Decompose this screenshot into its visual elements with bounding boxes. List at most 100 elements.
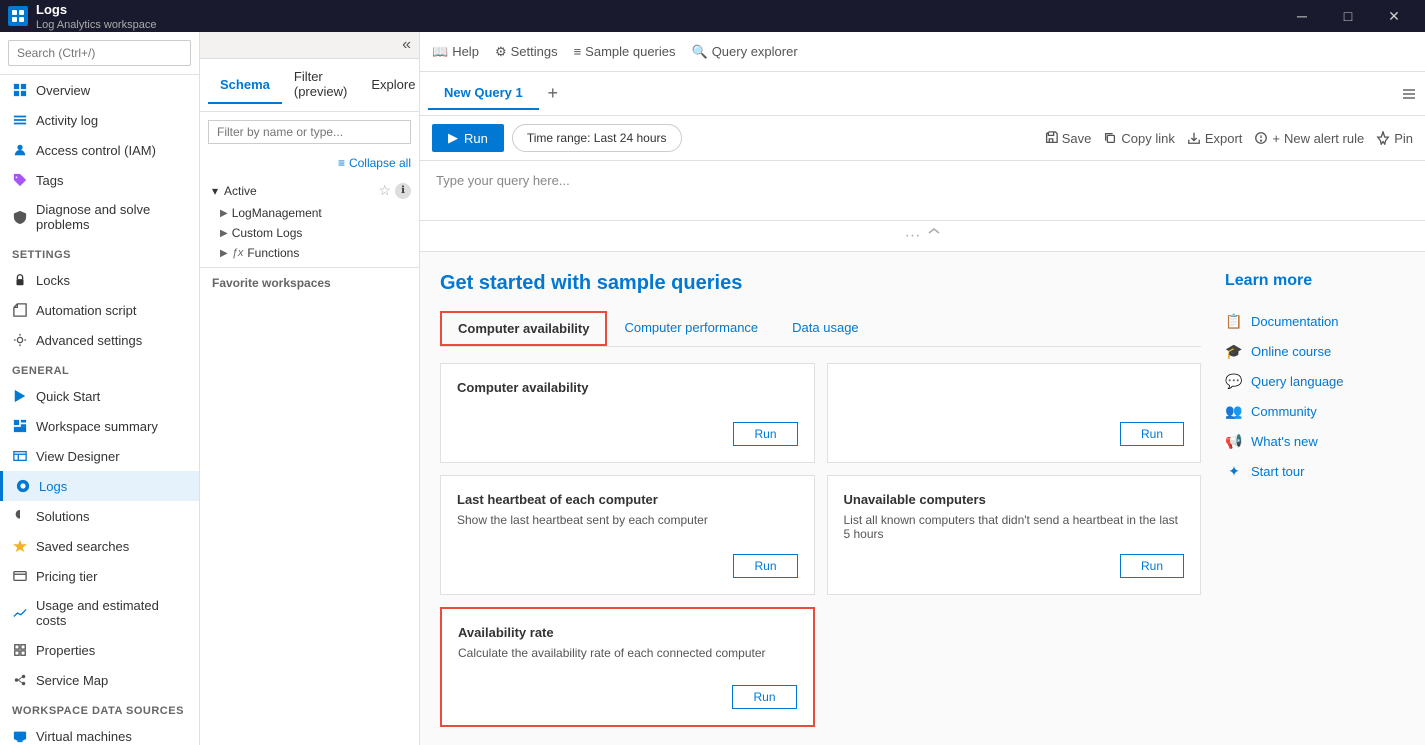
learn-link-query-language[interactable]: 💬 Query language — [1225, 366, 1405, 396]
function-symbol: ƒx — [232, 247, 244, 259]
add-query-tab-button[interactable]: + — [539, 80, 567, 108]
query-placeholder: Type your query here... — [436, 173, 570, 188]
run-icon: ▶ — [448, 130, 458, 146]
sample-tab-data-usage[interactable]: Data usage — [775, 311, 876, 346]
pin-button[interactable]: Pin — [1376, 131, 1413, 146]
learn-link-online-course[interactable]: 🎓 Online course — [1225, 336, 1405, 366]
sidebar-item-properties[interactable]: Properties — [0, 635, 199, 665]
sidebar-label-automation: Automation script — [36, 303, 136, 318]
sample-tab-computer-performance-label: Computer performance — [624, 320, 758, 335]
sidebar-label-saved-searches: Saved searches — [36, 539, 129, 554]
tab-filter[interactable]: Filter (preview) — [282, 59, 359, 111]
query-tab-1[interactable]: New Query 1 — [428, 77, 539, 110]
availability-rate-footer: Run — [458, 685, 797, 709]
sidebar-search-container — [0, 32, 199, 75]
expand-handle[interactable]: ··· — [420, 221, 1425, 252]
learn-link-whats-new[interactable]: 📢 What's new — [1225, 426, 1405, 456]
learn-link-community[interactable]: 👥 Community — [1225, 396, 1405, 426]
sidebar-label-pricing: Pricing tier — [36, 569, 97, 584]
tab-schema[interactable]: Schema — [208, 67, 282, 104]
availability-rate-run-button[interactable]: Run — [732, 685, 796, 709]
tab-settings-icon[interactable] — [1401, 86, 1417, 102]
activity-log-icon — [12, 112, 28, 128]
sidebar-item-locks[interactable]: Locks — [0, 265, 199, 295]
card2-run-button[interactable]: Run — [1120, 422, 1184, 446]
sidebar-item-activity-log[interactable]: Activity log — [0, 105, 199, 135]
save-button[interactable]: Save — [1044, 131, 1092, 146]
help-label: Help — [452, 44, 479, 59]
sample-queries-label: Sample queries — [585, 44, 675, 59]
search-input[interactable] — [8, 40, 191, 66]
sidebar-item-solutions[interactable]: Solutions — [0, 501, 199, 531]
last-heartbeat-footer: Run — [457, 554, 798, 578]
favorite-workspaces-label: Favorite workspaces — [212, 276, 331, 290]
learn-more-section: Learn more 📋 Documentation 🎓 Online cour… — [1225, 272, 1405, 727]
sidebar-label-advanced-settings: Advanced settings — [36, 333, 142, 348]
sidebar-item-access-control[interactable]: Access control (IAM) — [0, 135, 199, 165]
sidebar-item-tags[interactable]: Tags — [0, 165, 199, 195]
tab-explore[interactable]: Explore — [359, 67, 420, 104]
sidebar-item-workspace-summary[interactable]: Workspace summary — [0, 411, 199, 441]
settings-button[interactable]: ⚙ Settings — [495, 44, 558, 60]
sample-queries-button[interactable]: ≡ Sample queries — [574, 44, 676, 59]
sidebar-item-overview[interactable]: Overview — [0, 75, 199, 105]
card1-footer: Run — [457, 422, 798, 446]
sample-tab-computer-performance[interactable]: Computer performance — [607, 311, 775, 346]
close-button[interactable]: ✕ — [1371, 0, 1417, 32]
card2-desc — [844, 386, 1185, 410]
copy-link-button[interactable]: Copy link — [1103, 131, 1174, 146]
sidebar-item-service-map[interactable]: Service Map — [0, 665, 199, 695]
sidebar-item-view-designer[interactable]: View Designer — [0, 441, 199, 471]
minimize-button[interactable]: ─ — [1279, 0, 1325, 32]
sidebar-item-logs[interactable]: Logs — [0, 471, 199, 501]
maximize-button[interactable]: □ — [1325, 0, 1371, 32]
tree-item-logmanagement[interactable]: ▶ LogManagement — [200, 203, 419, 223]
filter-input[interactable] — [208, 120, 411, 144]
logs-icon — [15, 478, 31, 494]
help-button[interactable]: 📖 Help — [432, 44, 479, 60]
query-card-2: Run — [827, 363, 1202, 463]
new-alert-button[interactable]: + New alert rule — [1254, 131, 1364, 146]
run-button[interactable]: ▶ Run — [432, 124, 504, 152]
sidebar-item-virtual-machines[interactable]: Virtual machines — [0, 721, 199, 745]
tree-label-custom-logs: Custom Logs — [232, 226, 303, 240]
tree-item-functions[interactable]: ▶ ƒx Functions — [200, 243, 419, 263]
star-icon[interactable]: ☆ — [378, 182, 391, 199]
card1-run-button[interactable]: Run — [733, 422, 797, 446]
sample-queries-header: Get started with sample queries — [440, 272, 1201, 295]
tree-item-custom-logs[interactable]: ▶ Custom Logs — [200, 223, 419, 243]
sample-query-tabs: Computer availability Computer performan… — [440, 311, 1201, 347]
sidebar-item-quickstart[interactable]: Quick Start — [0, 381, 199, 411]
collapse-label: Collapse all — [349, 156, 411, 170]
collapse-row: ≡ Collapse all — [200, 152, 419, 174]
unavailable-run-button[interactable]: Run — [1120, 554, 1184, 578]
sidebar-item-diagnose[interactable]: Diagnose and solve problems — [0, 195, 199, 239]
tree-label-logmanagement: LogManagement — [232, 206, 322, 220]
card2-footer: Run — [844, 422, 1185, 446]
sample-tab-computer-availability[interactable]: Computer availability — [440, 311, 607, 346]
arrow-icon: ▶ — [220, 228, 228, 239]
sidebar-label-service-map: Service Map — [36, 673, 108, 688]
collapse-icon: ≡ — [338, 156, 345, 170]
query-editor[interactable]: Type your query here... — [420, 161, 1425, 221]
sidebar-item-pricing[interactable]: Pricing tier — [0, 561, 199, 591]
sidebar-item-usage-costs[interactable]: Usage and estimated costs — [0, 591, 199, 635]
settings-icon: ⚙ — [495, 44, 507, 60]
sidebar-item-automation[interactable]: Automation script — [0, 295, 199, 325]
learn-link-start-tour[interactable]: ✦ Start tour — [1225, 456, 1405, 486]
solutions-icon — [12, 508, 28, 524]
collapse-all-button[interactable]: ≡ Collapse all — [338, 156, 411, 170]
sidebar-item-saved-searches[interactable]: Saved searches — [0, 531, 199, 561]
unavailable-title: Unavailable computers — [844, 492, 1185, 507]
diagnose-icon — [12, 209, 28, 225]
app-name: Logs — [36, 2, 67, 17]
query-explorer-button[interactable]: 🔍 Query explorer — [692, 44, 798, 60]
top-action-bar: 📖 Help ⚙ Settings ≡ Sample queries 🔍 Que… — [420, 32, 1425, 72]
learn-link-documentation[interactable]: 📋 Documentation — [1225, 306, 1405, 336]
last-heartbeat-run-button[interactable]: Run — [733, 554, 797, 578]
online-course-label: Online course — [1251, 344, 1331, 359]
export-button[interactable]: Export — [1187, 131, 1243, 146]
sidebar-item-advanced-settings[interactable]: Advanced settings — [0, 325, 199, 355]
time-range-button[interactable]: Time range: Last 24 hours — [512, 124, 682, 152]
collapse-sidebar-button[interactable]: « — [402, 36, 411, 54]
